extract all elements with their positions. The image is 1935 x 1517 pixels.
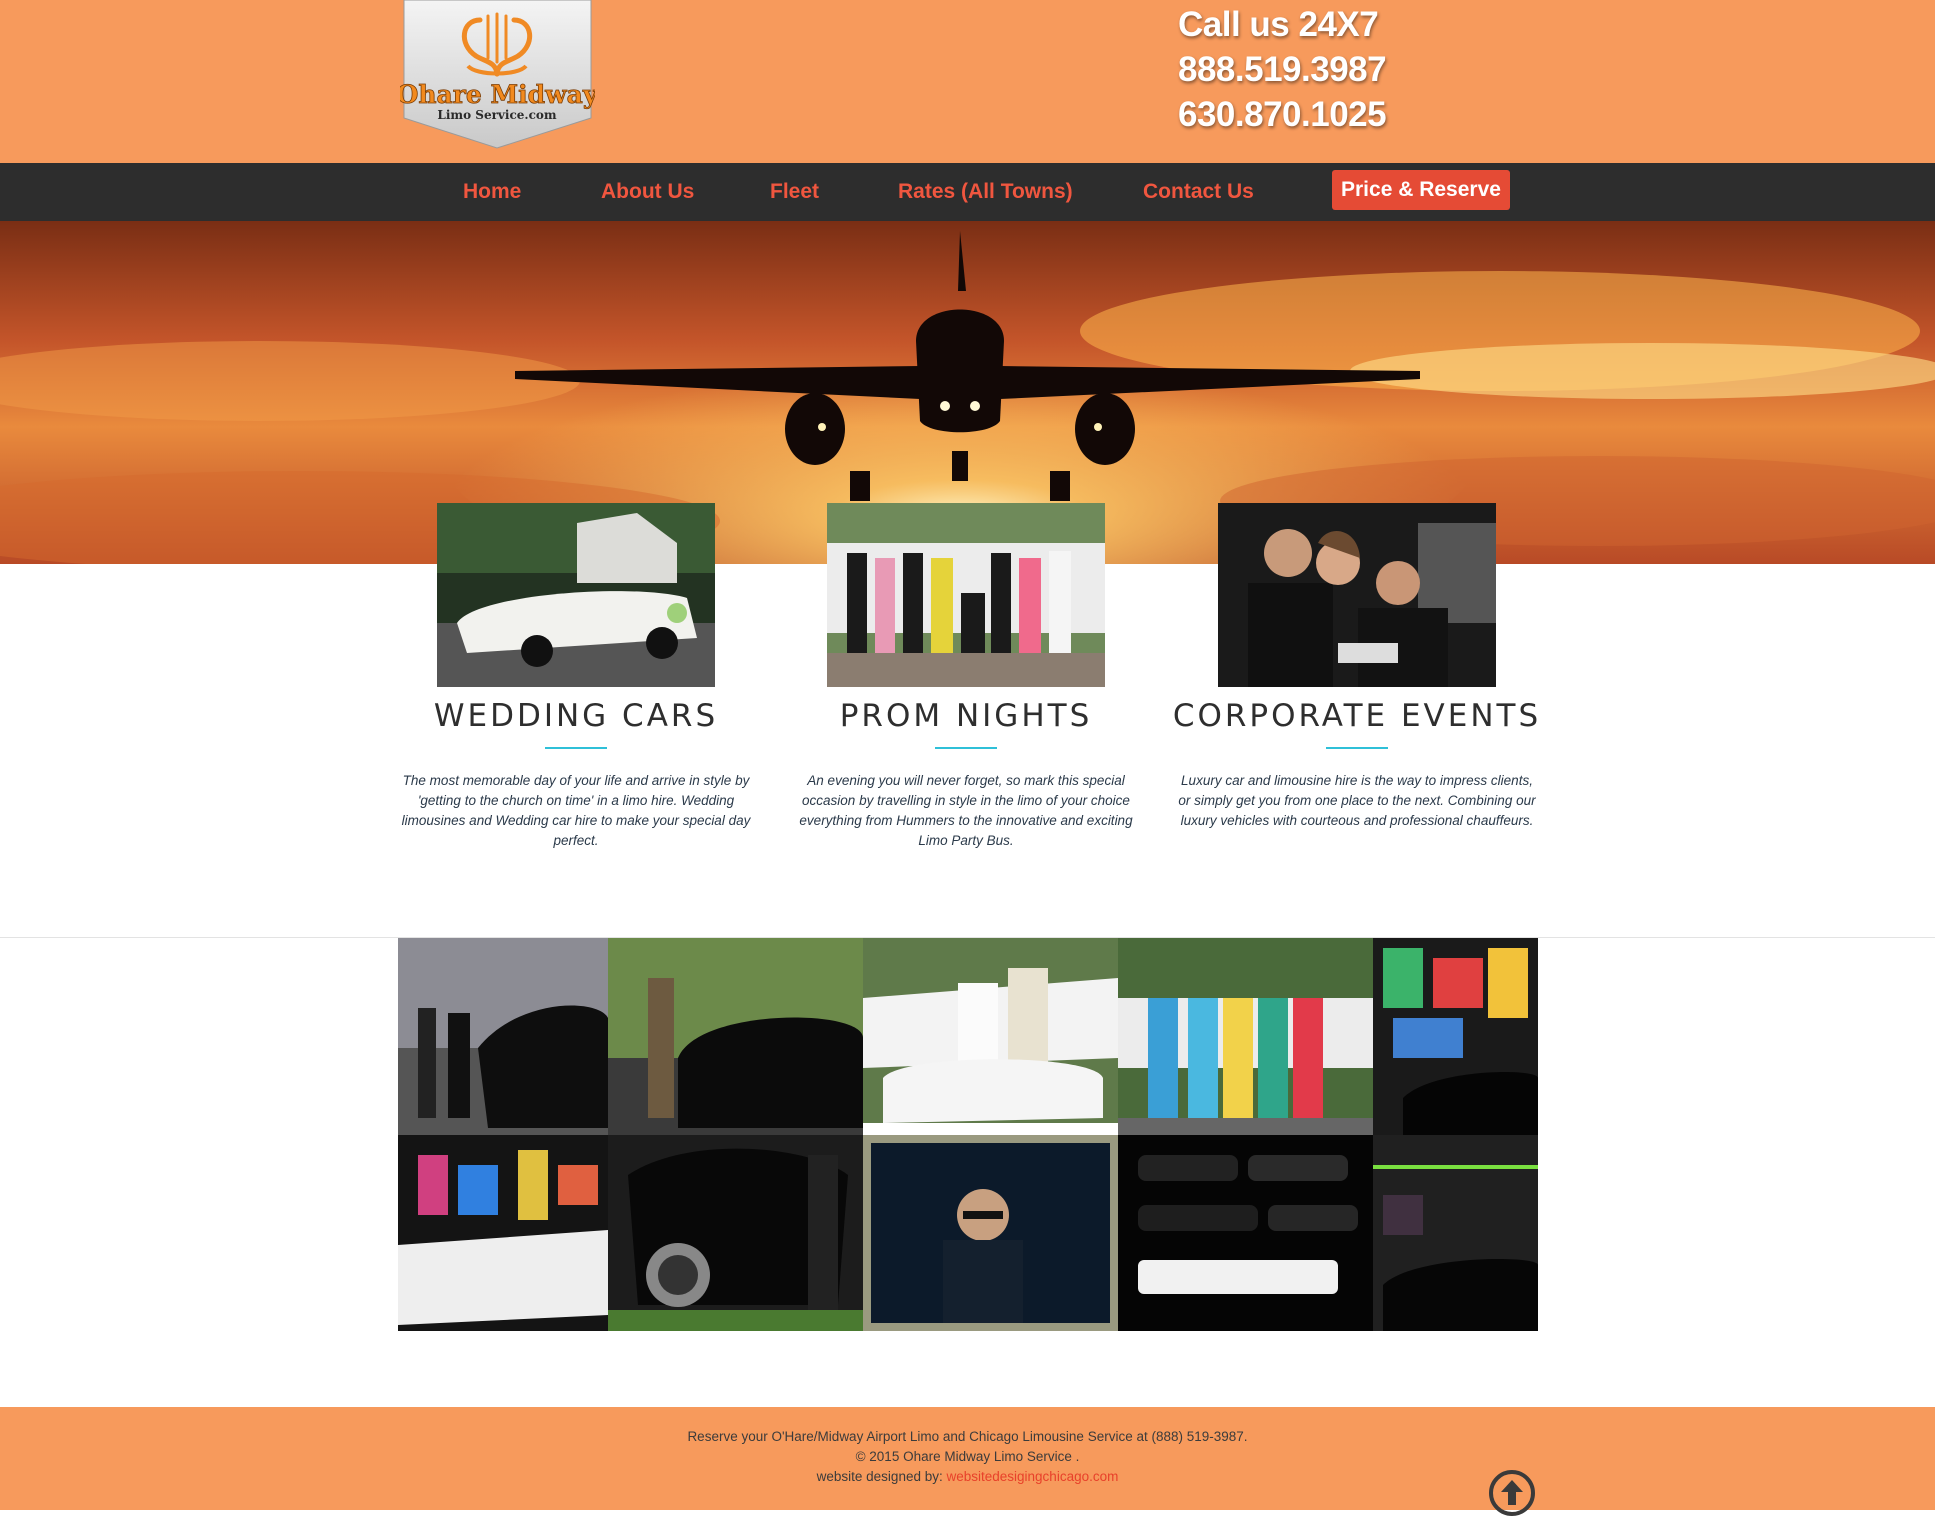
gallery-tile-open-car-door[interactable]: [608, 1135, 863, 1331]
footer-credit: website designed by: websitedesigingchic…: [0, 1467, 1935, 1487]
gallery-tile-fleet-lineup[interactable]: [1118, 1135, 1373, 1331]
footer-line-1: Reserve your O'Hare/Midway Airport Limo …: [687, 1429, 1248, 1444]
call-label: Call us 24X7: [1178, 5, 1379, 44]
gallery-tile-man-in-car[interactable]: [863, 1135, 1118, 1331]
main-nav: Home About Us Fleet Rates (All Towns) Co…: [0, 163, 1935, 221]
prom-group-photo: [827, 503, 1105, 687]
nav-rates[interactable]: Rates (All Towns): [898, 163, 1073, 221]
feature-prom-nights: PROM NIGHTS An evening you will never fo…: [781, 503, 1151, 851]
gallery-tile-hummer-limo[interactable]: [398, 1135, 608, 1331]
logo[interactable]: Ohare Midway Limo Service.com: [400, 0, 595, 150]
nav-fleet[interactable]: Fleet: [770, 163, 819, 221]
accent-rule: [545, 747, 607, 749]
accent-rule: [935, 747, 997, 749]
feature-text: Luxury car and limousine hire is the way…: [1178, 773, 1536, 828]
designer-link[interactable]: websitedesigingchicago.com: [947, 1469, 1119, 1484]
gallery-tile-chauffeur-door[interactable]: [608, 938, 863, 1135]
nav-about-us[interactable]: About Us: [601, 163, 694, 221]
logo-subtitle: Limo Service.com: [437, 108, 556, 122]
footer: Reserve your O'Hare/Midway Airport Limo …: [0, 1407, 1935, 1516]
gallery-tile-prom-girls[interactable]: [1118, 938, 1373, 1135]
gallery-tile-limo-interior[interactable]: [1373, 1135, 1538, 1331]
corporate-people-photo: [1218, 503, 1496, 687]
feature-title: PROM NIGHTS: [839, 698, 1093, 734]
logo-title: Ohare Midway: [400, 80, 595, 109]
footer-text: Reserve your O'Hare/Midway Airport Limo …: [0, 1427, 1935, 1487]
gallery-tile-business-jet[interactable]: [398, 938, 608, 1135]
feature-text: The most memorable day of your life and …: [401, 773, 751, 848]
feature-corporate-events: CORPORATE EVENTS Luxury car and limousin…: [1172, 503, 1542, 831]
gallery-tile-city-lights[interactable]: [1373, 938, 1538, 1135]
wedding-limo-photo: [437, 503, 715, 687]
photo-gallery: [398, 938, 1538, 1331]
footer-copyright: © 2015 Ohare Midway Limo Service .: [855, 1449, 1080, 1464]
feature-title: WEDDING CARS: [433, 698, 719, 734]
phone-block: Call us 24X7 888.519.3987 630.870.1025: [1178, 2, 1387, 137]
phone-number-2[interactable]: 630.870.1025: [1178, 92, 1387, 137]
phone-number-1[interactable]: 888.519.3987: [1178, 47, 1387, 92]
feature-wedding-cars: WEDDING CARS The most memorable day of y…: [391, 503, 761, 851]
price-reserve-button[interactable]: Price & Reserve: [1332, 170, 1510, 210]
nav-home[interactable]: Home: [463, 163, 521, 221]
header: Ohare Midway Limo Service.com Call us 24…: [0, 0, 1935, 163]
feature-title: CORPORATE EVENTS: [1172, 698, 1542, 734]
designed-by-label: website designed by:: [816, 1469, 943, 1484]
feature-text: An evening you will never forget, so mar…: [799, 773, 1133, 848]
gallery-tile-wedding-couple[interactable]: [863, 938, 1118, 1135]
accent-rule: [1326, 747, 1388, 749]
nav-contact-us[interactable]: Contact Us: [1143, 163, 1254, 221]
